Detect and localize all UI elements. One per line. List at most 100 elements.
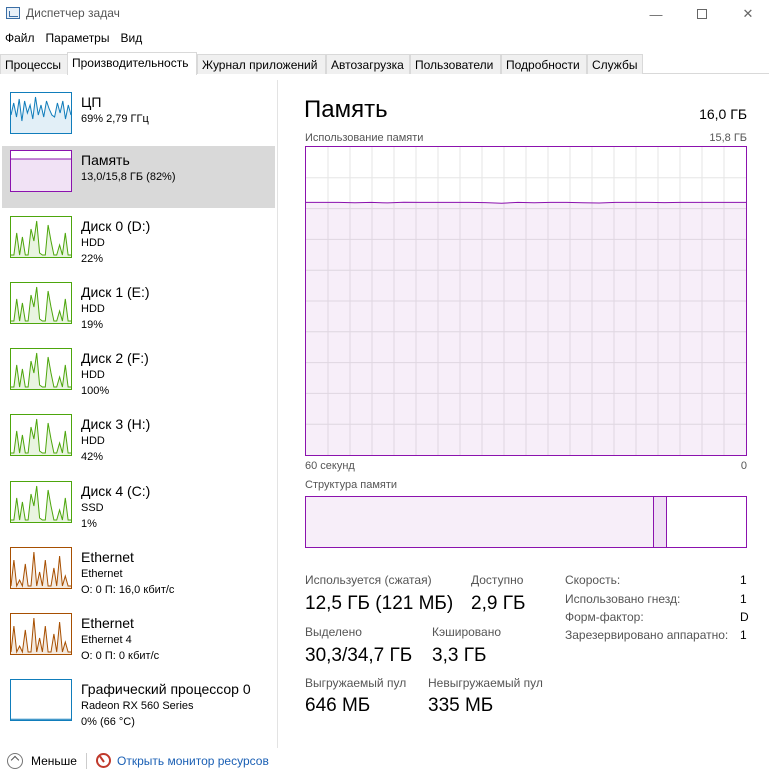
- sidebar-item-detail: 1%: [81, 518, 97, 530]
- sidebar-item-detail: 100%: [81, 385, 110, 397]
- prop-speed-value: 1: [740, 573, 747, 587]
- resource-monitor-icon[interactable]: [96, 753, 111, 768]
- prop-reserved-value: 1: [740, 628, 747, 642]
- tab-app-history[interactable]: Журнал приложений: [197, 54, 326, 74]
- memory-graph-icon: [10, 150, 72, 192]
- prop-slots-label: Использовано гнезд:: [565, 592, 681, 606]
- separator: [86, 753, 87, 769]
- stat-cached-label: Кэшировано: [432, 625, 502, 639]
- sidebar-item-name: Диск 2 (F:): [81, 350, 149, 366]
- chevron-up-icon[interactable]: [7, 753, 23, 769]
- tab-processes[interactable]: Процессы: [0, 54, 68, 74]
- title-bar: Диспетчер задач — ✕: [0, 0, 769, 28]
- disk-graph-icon: [10, 414, 72, 456]
- stat-available-value: 2,9 ГБ: [471, 593, 526, 614]
- sidebar-item-name: Графический процессор 0: [81, 681, 251, 697]
- memory-panel: Память 16,0 ГБ Использование памяти 15,8…: [278, 80, 769, 748]
- sidebar-item-detail: О: 0 П: 0 кбит/с: [81, 650, 160, 662]
- stat-committed-label: Выделено: [305, 625, 362, 639]
- disk-graph-icon: [10, 481, 72, 523]
- performance-sidebar: ЦП 69% 2,79 ГГц Память 13,0/15,8 ГБ (82%) Ди…: [0, 80, 278, 748]
- sidebar-item-detail: 69% 2,79 ГГц: [81, 113, 149, 125]
- menu-view[interactable]: Вид: [115, 29, 148, 49]
- sidebar-item[interactable]: Диск 3 (H:) HDD 42%: [2, 410, 275, 472]
- fewer-details-button[interactable]: Меньше: [31, 754, 77, 768]
- stat-in-use-label: Используется (сжатая): [305, 573, 432, 587]
- tab-details[interactable]: Подробности: [501, 54, 587, 74]
- prop-slots-value: 1: [740, 592, 747, 606]
- sidebar-item[interactable]: Ethernet Ethernet 4 О: 0 П: 0 кбит/с: [2, 609, 275, 671]
- sidebar-item[interactable]: Диск 4 (C:) SSD 1%: [2, 477, 275, 539]
- axis-time-span: 60 секунд: [305, 460, 355, 472]
- stat-paged-pool-value: 646 МБ: [305, 695, 371, 716]
- composition-in-use: [306, 497, 654, 547]
- axis-zero: 0: [740, 460, 747, 472]
- sidebar-item-name: ЦП: [81, 94, 102, 110]
- tab-services[interactable]: Службы: [587, 54, 643, 74]
- sidebar-item-detail: 22%: [81, 253, 104, 265]
- maximize-button[interactable]: [679, 0, 725, 28]
- sidebar-item-detail: О: 0 П: 16,0 кбит/с: [81, 584, 175, 596]
- sidebar-item-detail: Ethernet: [81, 568, 123, 580]
- footer-bar: Меньше Открыть монитор ресурсов: [0, 748, 769, 784]
- window-title: Диспетчер задач: [26, 6, 120, 20]
- sidebar-item[interactable]: Графический процессор 0 Radeon RX 560 Ser…: [2, 675, 275, 737]
- sidebar-item-name: Ethernet: [81, 549, 134, 565]
- minimize-button[interactable]: —: [633, 0, 679, 28]
- usage-chart-max: 15,8 ГБ: [709, 132, 747, 144]
- sidebar-item[interactable]: Диск 0 (D:) HDD 22%: [2, 212, 275, 274]
- tab-bar: Процессы Производительность Журнал прило…: [0, 52, 769, 75]
- sidebar-item-name: Ethernet: [81, 615, 134, 631]
- disk-graph-icon: [10, 216, 72, 258]
- memory-usage-graph: [306, 147, 746, 455]
- menu-bar: Файл Параметры Вид: [0, 29, 148, 49]
- tab-performance[interactable]: Производительность: [67, 52, 197, 75]
- memory-usage-chart: [305, 146, 747, 456]
- composition-modified: [654, 497, 667, 547]
- prop-form-factor-label: Форм-фактор:: [565, 610, 644, 624]
- tab-users[interactable]: Пользователи: [410, 54, 501, 74]
- menu-options[interactable]: Параметры: [41, 29, 116, 49]
- stat-in-use-value: 12,5 ГБ (121 МБ): [305, 593, 454, 614]
- sidebar-item-name: Диск 3 (H:): [81, 416, 151, 432]
- disk-graph-icon: [10, 348, 72, 390]
- open-resource-monitor-link[interactable]: Открыть монитор ресурсов: [117, 754, 269, 768]
- stat-nonpaged-pool-value: 335 МБ: [428, 695, 494, 716]
- maximize-icon: [697, 9, 707, 19]
- sidebar-item-name: Диск 1 (E:): [81, 284, 150, 300]
- sidebar-item-name: Память: [81, 152, 130, 168]
- stat-paged-pool-label: Выгружаемый пул: [305, 676, 407, 690]
- memory-composition-bar[interactable]: [305, 496, 747, 548]
- sidebar-item-detail: Ethernet 4: [81, 634, 132, 646]
- menu-file[interactable]: Файл: [0, 29, 41, 49]
- disk-graph-icon: [10, 282, 72, 324]
- page-title: Память: [304, 96, 388, 123]
- sidebar-item-name: Диск 0 (D:): [81, 218, 151, 234]
- tab-startup[interactable]: Автозагрузка: [326, 54, 410, 74]
- stat-nonpaged-pool-label: Невыгружаемый пул: [428, 676, 543, 690]
- sidebar-item[interactable]: Диск 2 (F:) HDD 100%: [2, 344, 275, 406]
- gpu-graph-icon: [10, 679, 72, 721]
- stat-committed-value: 30,3/34,7 ГБ: [305, 645, 413, 666]
- sidebar-item-detail: HDD: [81, 237, 105, 249]
- prop-reserved-label: Зарезервировано аппаратно:: [565, 628, 729, 642]
- close-button[interactable]: ✕: [725, 0, 769, 28]
- sidebar-item-detail: HDD: [81, 303, 105, 315]
- sidebar-item-detail: HDD: [81, 369, 105, 381]
- prop-speed-label: Скорость:: [565, 573, 621, 587]
- composition-label: Структура памяти: [305, 479, 398, 491]
- task-manager-icon: [6, 7, 20, 19]
- sidebar-item[interactable]: Диск 1 (E:) HDD 19%: [2, 278, 275, 340]
- network-graph-icon: [10, 613, 72, 655]
- sidebar-item-detail: Radeon RX 560 Series: [81, 700, 194, 712]
- sidebar-item[interactable]: ЦП 69% 2,79 ГГц: [2, 88, 275, 150]
- cpu-graph-icon: [10, 92, 72, 134]
- sidebar-item[interactable]: Ethernet Ethernet О: 0 П: 16,0 кбит/с: [2, 543, 275, 605]
- sidebar-item-detail: 19%: [81, 319, 104, 331]
- sidebar-item-detail: SSD: [81, 502, 104, 514]
- sidebar-item[interactable]: Память 13,0/15,8 ГБ (82%): [2, 146, 275, 208]
- sidebar-item-detail: 13,0/15,8 ГБ (82%): [81, 171, 176, 183]
- sidebar-item-detail: 42%: [81, 451, 104, 463]
- sidebar-item-name: Диск 4 (C:): [81, 483, 151, 499]
- memory-total: 16,0 ГБ: [699, 106, 747, 122]
